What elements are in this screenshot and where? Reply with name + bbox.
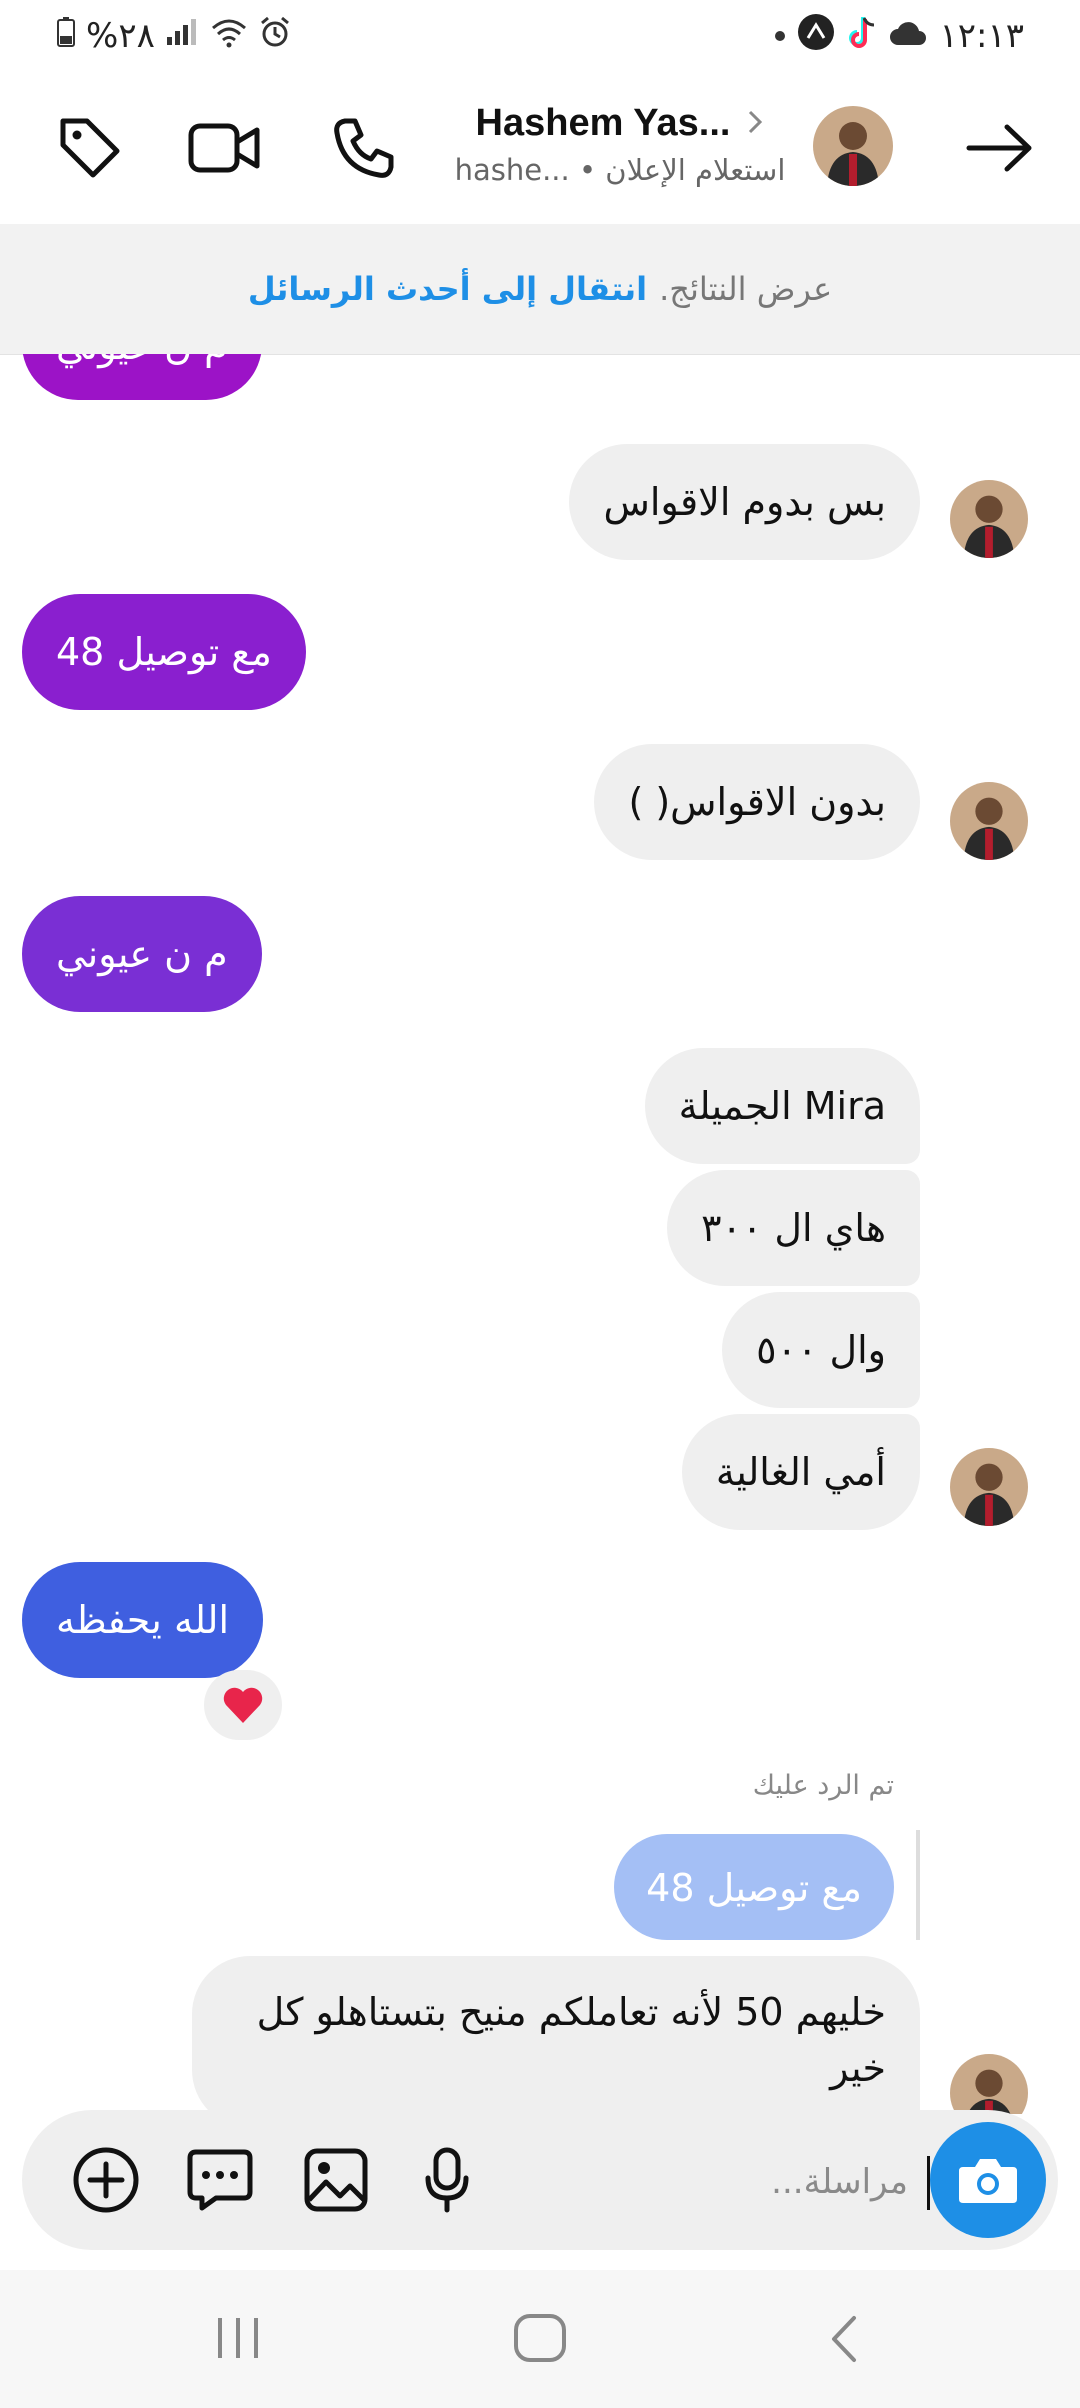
home-icon[interactable] [512, 2312, 568, 2368]
heart-icon [223, 1687, 263, 1723]
message-input[interactable]: مراسلة... [771, 2154, 908, 2210]
wifi-icon [209, 16, 249, 57]
contact-title[interactable]: Hashem Yas... hashe... • استعلام الإعلان [440, 102, 800, 187]
message-line: خليهم 50 لأنه تعاملكم منيح بتستاهلو كل [256, 1990, 886, 2034]
alarm-icon [259, 16, 291, 57]
message-bubble-outgoing[interactable]: الله يحفظه [22, 1562, 264, 1678]
sender-avatar[interactable] [950, 782, 1028, 860]
message-bubble-outgoing[interactable]: م ن عيوني [22, 896, 262, 1012]
message-bubble-incoming[interactable]: بس بدوم الاقواس [569, 444, 920, 560]
message-composer: مراسلة... [22, 2110, 1058, 2250]
phone-call-icon[interactable] [322, 106, 406, 190]
message-bubble-outgoing[interactable]: م ن عيوني [22, 354, 262, 400]
dot-icon [775, 31, 786, 41]
tag-icon[interactable] [48, 106, 132, 190]
camera-icon [959, 2159, 1017, 2203]
message-bubble-incoming[interactable]: أمي الغالية [681, 1414, 920, 1530]
quoted-message[interactable]: مع توصيل 48 [614, 1834, 894, 1940]
avatar[interactable] [813, 106, 893, 186]
message-bubble-incoming[interactable]: وال ٥٠٠ [722, 1292, 920, 1408]
status-right: ١٢:١٣ [775, 13, 1024, 60]
message-list: م ن عيوني بس بدوم الاقواس مع توصيل 48 بد… [0, 354, 1080, 2114]
message-reaction[interactable] [204, 1670, 282, 1740]
camera-button[interactable] [930, 2122, 1046, 2238]
clock-time: ١٢:١٣ [939, 16, 1024, 56]
reply-divider [916, 1830, 920, 1940]
message-bubble-incoming[interactable]: هاي ال ٣٠٠ [667, 1170, 920, 1286]
results-label: عرض النتائج. [659, 270, 833, 308]
battery-percent: %٢٨ [86, 16, 155, 56]
tiktok-icon [847, 14, 877, 59]
jump-to-latest-link[interactable]: انتقال إلى أحدث الرسائل [248, 270, 647, 308]
message-bubble-incoming[interactable]: بدون الاقواس( ) [594, 744, 920, 860]
signal-icon [165, 16, 199, 56]
back-arrow-icon[interactable] [958, 106, 1042, 190]
sender-avatar[interactable] [950, 2054, 1028, 2114]
contact-name: Hashem Yas... [475, 102, 731, 144]
sender-avatar[interactable] [950, 480, 1028, 558]
battery-icon [56, 16, 76, 57]
contact-subtitle: hashe... • استعلام الإعلان [454, 153, 786, 187]
cloud-icon [889, 16, 927, 56]
message-bubble-incoming[interactable]: خليهم 50 لأنه تعاملكم منيح بتستاهلو كل خ… [192, 1956, 920, 2114]
app-notification-icon [797, 13, 835, 60]
recent-apps-icon[interactable] [214, 2316, 262, 2364]
message-line: خير [830, 2046, 886, 2090]
sender-avatar[interactable] [950, 1448, 1028, 1526]
add-icon[interactable] [72, 2146, 140, 2218]
system-nav-bar [0, 2270, 1080, 2408]
microphone-icon[interactable] [422, 2146, 472, 2218]
video-call-icon[interactable] [182, 106, 266, 190]
reply-label: تم الرد عليك [752, 1770, 894, 1801]
sticker-chat-icon[interactable] [186, 2146, 254, 2218]
gallery-icon[interactable] [302, 2146, 370, 2218]
status-bar: %٢٨ ١٢:١٣ [0, 0, 1080, 72]
chevron-right-icon [746, 108, 764, 140]
chat-header: Hashem Yas... hashe... • استعلام الإعلان [0, 72, 1080, 225]
message-bubble-outgoing[interactable]: مع توصيل 48 [22, 594, 306, 710]
search-results-banner: عرض النتائج. انتقال إلى أحدث الرسائل [0, 224, 1080, 355]
status-left: %٢٨ [56, 14, 291, 58]
message-bubble-incoming[interactable]: Mira الجميلة [644, 1048, 920, 1164]
back-icon[interactable] [824, 2314, 864, 2368]
